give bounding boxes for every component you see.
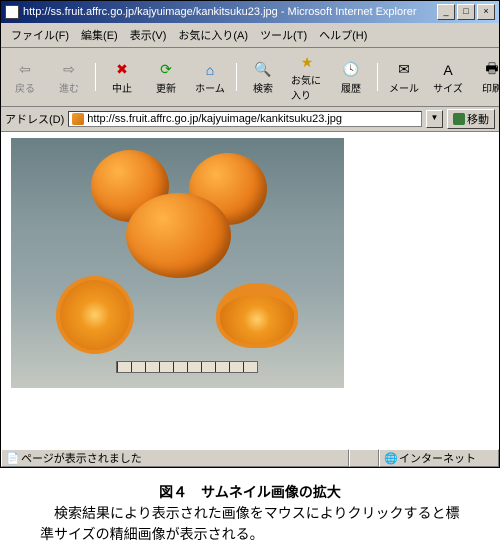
orange-half [216, 283, 298, 348]
titlebar: http://ss.fruit.affrc.go.jp/kajyuimage/k… [1, 1, 499, 23]
menu-favorites[interactable]: お気に入り(A) [172, 25, 254, 45]
back-icon: ⇦ [15, 60, 35, 80]
menu-help[interactable]: ヘルプ(H) [313, 25, 373, 45]
home-button[interactable]: ⌂ホーム [190, 58, 230, 97]
address-url: http://ss.fruit.affrc.go.jp/kajyuimage/k… [87, 113, 342, 125]
separator [95, 63, 96, 91]
address-dropdown[interactable]: ▼ [426, 110, 443, 128]
status-message: 📄 ページが表示されました [1, 449, 349, 467]
print-button[interactable]: 🖶印刷 [472, 58, 499, 97]
globe-icon: 🌐 [384, 452, 396, 464]
search-button[interactable]: 🔍検索 [243, 58, 283, 97]
maximize-button[interactable]: □ [457, 4, 475, 20]
address-bar: アドレス(D) http://ss.fruit.affrc.go.jp/kajy… [1, 107, 499, 132]
back-button[interactable]: ⇦戻る [5, 58, 45, 97]
go-icon [453, 113, 465, 125]
size-button[interactable]: Aサイズ [428, 58, 468, 97]
figure-caption: 図４ サムネイル画像の拡大 検索結果により表示された画像をマウスによりクリックす… [0, 468, 500, 556]
menu-edit[interactable]: 編集(E) [75, 25, 124, 45]
favorites-button[interactable]: ★お気に入り [287, 50, 327, 104]
go-button[interactable]: 移動 [447, 109, 495, 129]
title-text: http://ss.fruit.affrc.go.jp/kajyuimage/k… [23, 6, 437, 18]
caption-title: 図４ サムネイル画像の拡大 [40, 483, 460, 504]
content-area [1, 132, 499, 448]
mail-icon: ✉ [394, 60, 414, 80]
mail-button[interactable]: ✉メール [384, 58, 424, 97]
statusbar: 📄 ページが表示されました 🌐 インターネット [1, 448, 499, 467]
forward-icon: ⇨ [59, 60, 79, 80]
minimize-button[interactable]: _ [437, 4, 455, 20]
search-icon: 🔍 [253, 60, 273, 80]
menu-file[interactable]: ファイル(F) [5, 25, 75, 45]
orange-fruit [126, 193, 231, 278]
page-status-icon: 📄 [6, 452, 18, 464]
window-buttons: _ □ × [437, 4, 495, 20]
separator [236, 63, 237, 91]
favorites-icon: ★ [297, 52, 317, 72]
menu-tools[interactable]: ツール(T) [254, 25, 313, 45]
history-icon: 🕓 [341, 60, 361, 80]
orange-half [56, 276, 134, 354]
address-input[interactable]: http://ss.fruit.affrc.go.jp/kajyuimage/k… [68, 111, 422, 127]
stop-button[interactable]: ✖中止 [102, 58, 142, 97]
print-icon: 🖶 [482, 60, 499, 80]
browser-window: http://ss.fruit.affrc.go.jp/kajyuimage/k… [0, 0, 500, 468]
separator [377, 63, 378, 91]
menubar: ファイル(F) 編集(E) 表示(V) お気に入り(A) ツール(T) ヘルプ(… [1, 23, 499, 48]
stop-icon: ✖ [112, 60, 132, 80]
forward-button[interactable]: ⇨進む [49, 58, 89, 97]
citrus-image [11, 138, 344, 388]
ruler [116, 361, 258, 373]
page-icon [72, 113, 84, 125]
history-button[interactable]: 🕓履歴 [331, 58, 371, 97]
status-cell [349, 449, 379, 467]
address-label: アドレス(D) [5, 111, 64, 127]
app-icon [5, 5, 19, 19]
close-button[interactable]: × [477, 4, 495, 20]
menu-view[interactable]: 表示(V) [124, 25, 173, 45]
toolbar: ⇦戻る ⇨進む ✖中止 ⟳更新 ⌂ホーム 🔍検索 ★お気に入り 🕓履歴 ✉メール… [1, 48, 499, 107]
size-icon: A [438, 60, 458, 80]
status-zone: 🌐 インターネット [379, 449, 499, 467]
home-icon: ⌂ [200, 60, 220, 80]
caption-body: 検索結果により表示された画像をマウスによりクリックすると標準サイズの精細画像が表… [40, 504, 460, 546]
refresh-icon: ⟳ [156, 60, 176, 80]
refresh-button[interactable]: ⟳更新 [146, 58, 186, 97]
